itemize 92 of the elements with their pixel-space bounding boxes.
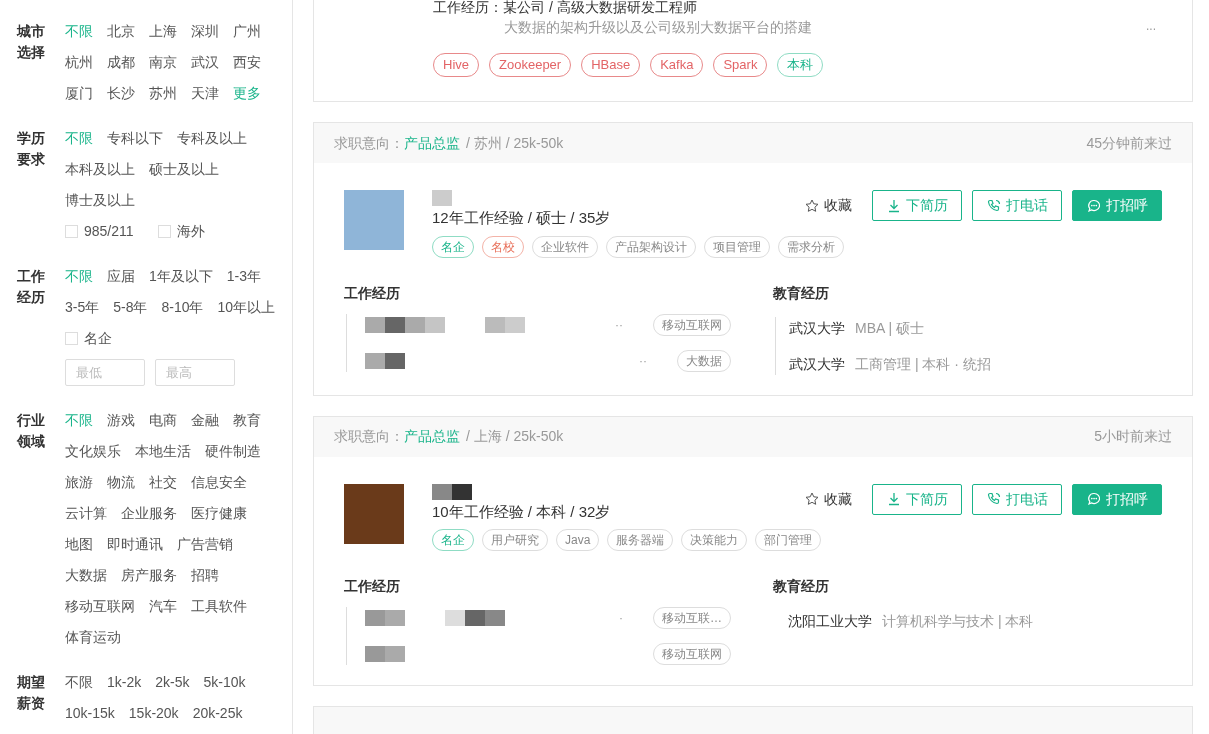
filter-option[interactable]: 广告营销 — [177, 534, 233, 555]
filter-option[interactable]: 5k-10k — [203, 672, 246, 693]
filter-option[interactable]: 不限 — [65, 672, 93, 693]
school-name: 武汉大学 — [789, 318, 845, 338]
education-detail: MBA | 硕士 — [855, 318, 924, 338]
section-title: 教育经历 — [773, 577, 830, 596]
filter-option[interactable]: 硕士及以上 — [149, 159, 219, 180]
location-salary-text: / 苏州 / 25k-50k — [466, 133, 564, 153]
dots-text: ·· — [615, 316, 623, 334]
candidate-summary: 12年工作经验 / 硕士 / 35岁 — [432, 208, 611, 228]
filter-label: 行业领域 — [17, 411, 46, 451]
filter-option[interactable]: 2k-5k — [155, 672, 190, 693]
filter-option[interactable]: 信息安全 — [191, 472, 247, 493]
candidate-summary: 10年工作经验 / 本科 / 32岁 — [432, 501, 611, 522]
filter-option[interactable]: 深圳 — [191, 21, 219, 42]
filter-option[interactable]: 长沙 — [107, 83, 135, 104]
filter-label: 期望薪资 — [17, 673, 46, 713]
filter-option[interactable]: 本科及以上 — [65, 159, 135, 180]
filter-option[interactable]: 即时通讯 — [107, 534, 163, 555]
favorite-button[interactable]: 收藏 — [805, 190, 852, 221]
filter-option[interactable]: 企业服务 — [121, 503, 177, 524]
last-seen: 5小时前来过 — [1094, 427, 1172, 446]
filter-option[interactable]: 上海 — [149, 21, 177, 42]
filter-option[interactable]: 游戏 — [107, 410, 135, 431]
filter-option[interactable]: 物流 — [107, 472, 135, 493]
filter-option[interactable]: 本地生活 — [135, 441, 191, 462]
experience-line: 工作经历：某公司 / 高级大数据研发工程师 — [433, 0, 698, 14]
description: 大数据的架构升级以及公司级别大数据平台的搭建 — [504, 18, 812, 37]
filter-option[interactable]: 专科以下 — [107, 128, 163, 149]
location-salary-text: / 上海 / 25k-50k — [466, 427, 564, 446]
filter-option[interactable]: 专科及以上 — [177, 128, 247, 149]
filter-option[interactable]: 北京 — [107, 21, 135, 42]
filter-option[interactable]: 20k-25k — [192, 703, 243, 724]
filter-label: 工作经历 — [17, 267, 46, 307]
filter-option[interactable]: 1年及以下 — [149, 266, 213, 287]
filter-option[interactable]: 10年以上 — [217, 297, 276, 318]
filter-option[interactable]: 博士及以上 — [65, 190, 135, 211]
filter-option[interactable]: 医疗健康 — [191, 503, 247, 524]
filter-option[interactable]: 云计算 — [65, 503, 107, 524]
filter-option[interactable]: 苏州 — [149, 83, 177, 104]
filter-option[interactable]: 武汉 — [191, 52, 219, 73]
filter-option[interactable]: 房产服务 — [121, 565, 177, 586]
filter-option[interactable]: 旅游 — [65, 472, 93, 493]
range-input[interactable]: 最高 — [155, 359, 235, 386]
more-text: ... — [1146, 18, 1156, 35]
filter-option[interactable]: 8-10年 — [161, 297, 204, 318]
filter-option[interactable]: 15k-20k — [128, 703, 179, 724]
last-seen: 45分钟前来过 — [1086, 133, 1172, 153]
dots-text: ·· — [639, 352, 647, 370]
filter-option[interactable]: 南京 — [149, 52, 177, 73]
filter-option[interactable]: 社交 — [149, 472, 177, 493]
filter-option[interactable]: 大数据 — [65, 565, 107, 586]
filter-option[interactable]: 广州 — [233, 21, 261, 42]
filter-option[interactable]: 汽车 — [149, 596, 177, 617]
filter-option[interactable]: 5-8年 — [113, 297, 148, 318]
filter-option[interactable]: 杭州 — [65, 52, 93, 73]
filter-label: 城市选择 — [17, 22, 46, 62]
filter-option[interactable]: 3-5年 — [65, 297, 100, 318]
filter-option[interactable]: 西安 — [233, 52, 261, 73]
filter-option[interactable]: 10k-15k — [65, 703, 115, 724]
section-title: 工作经历 — [344, 283, 401, 303]
education-detail: 工商管理 | 本科 · 统招 — [855, 354, 991, 374]
intent-label: 求职意向： — [334, 133, 404, 153]
filter-option[interactable]: 电商 — [149, 410, 177, 431]
filter-option[interactable]: 地图 — [65, 534, 93, 555]
checkbox-label: 名企 — [84, 329, 112, 348]
filter-option[interactable]: 厦门 — [65, 83, 93, 104]
filter-option[interactable]: 教育 — [233, 410, 261, 431]
education-detail: 计算机科学与技术 | 本科 — [882, 612, 1034, 631]
school-name: 沈阳工业大学 — [788, 612, 872, 631]
filter-option[interactable]: 天津 — [191, 83, 219, 104]
filter-option[interactable]: 文化娱乐 — [65, 441, 121, 462]
filter-option[interactable]: 硬件制造 — [205, 441, 261, 462]
filter-option[interactable]: 1-3年 — [226, 266, 262, 287]
filter-option[interactable]: 移动互联网 — [65, 596, 135, 617]
filter-option[interactable]: 体育运动 — [65, 627, 121, 648]
filter-option[interactable]: 招聘 — [191, 565, 219, 586]
checkbox-label: 海外 — [176, 222, 205, 241]
range-input[interactable]: 最低 — [65, 359, 145, 386]
dots-text: · — [619, 610, 623, 627]
section-title: 工作经历 — [344, 577, 401, 596]
checkbox-label: 985/211 — [84, 222, 134, 241]
filter-label: 学历要求 — [17, 129, 46, 169]
school-name: 武汉大学 — [789, 354, 845, 374]
filter-option[interactable]: 1k-2k — [107, 672, 142, 693]
intent-label: 求职意向： — [334, 427, 404, 446]
section-title: 教育经历 — [773, 283, 830, 303]
filter-option[interactable]: 应届 — [107, 266, 135, 287]
favorite-button[interactable]: 收藏 — [805, 483, 852, 515]
filter-option[interactable]: 金融 — [191, 410, 219, 431]
filter-option[interactable]: 工具软件 — [191, 596, 247, 617]
filter-option[interactable]: 成都 — [107, 52, 135, 73]
